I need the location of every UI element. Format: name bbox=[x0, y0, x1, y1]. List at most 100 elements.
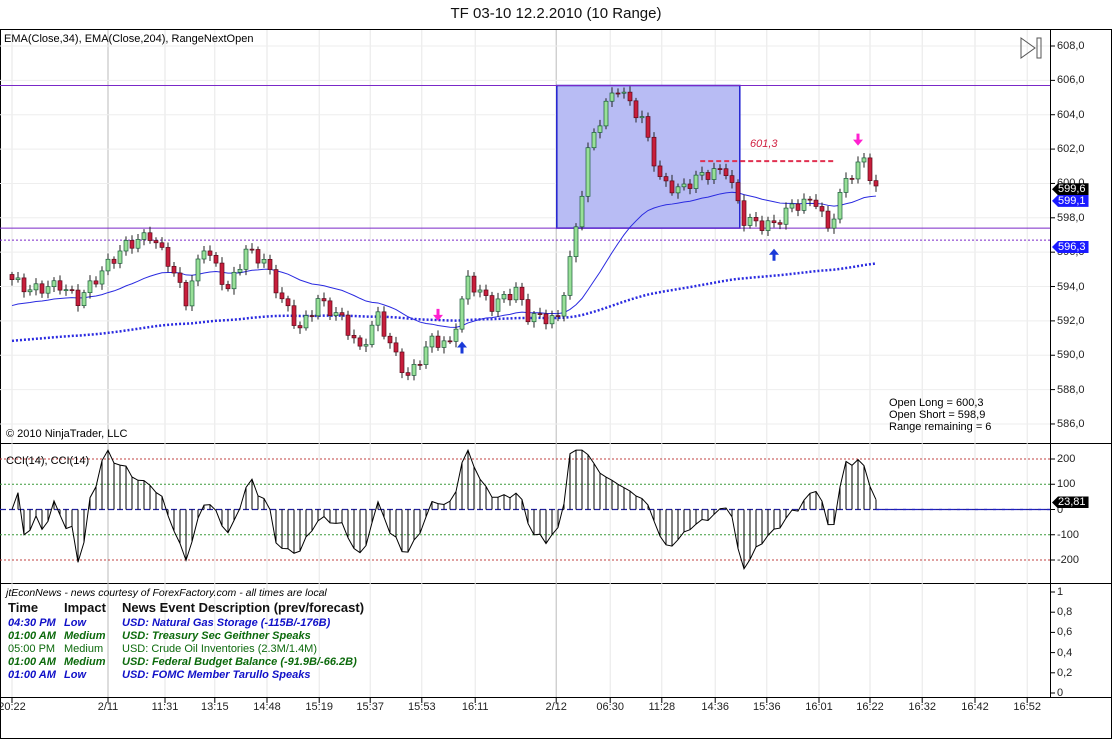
candle-up bbox=[45, 286, 51, 294]
news-desc: USD: Federal Budget Balance (-91.9B/-66.… bbox=[122, 656, 357, 668]
candle-up bbox=[441, 340, 447, 348]
news-time: 05:00 PM bbox=[8, 643, 56, 655]
candle-up bbox=[603, 100, 609, 127]
candle-down bbox=[9, 274, 15, 280]
cci-tick-label: -100 bbox=[1057, 528, 1080, 541]
copyright: © 2010 NinjaTrader, LLC bbox=[6, 428, 128, 440]
candle-down bbox=[279, 292, 285, 300]
candle-up bbox=[585, 147, 591, 197]
time-tick-label: 16:52 bbox=[1013, 701, 1041, 713]
short-signal-arrow-icon bbox=[853, 133, 863, 146]
price-tick-label: 592,0 bbox=[1057, 314, 1085, 327]
scroll-to-end-button[interactable] bbox=[1020, 37, 1044, 59]
long-signal-arrow-icon bbox=[769, 248, 779, 261]
candle-down bbox=[339, 312, 345, 316]
candle-down bbox=[219, 262, 225, 285]
candle-down bbox=[93, 280, 99, 285]
candle-down bbox=[435, 335, 441, 348]
news-axis-tick-label: 0,4 bbox=[1057, 646, 1073, 659]
candle-down bbox=[69, 289, 75, 292]
candle-up bbox=[681, 183, 687, 188]
candle-down bbox=[735, 182, 741, 202]
candle-down bbox=[525, 299, 531, 323]
candle-down bbox=[447, 340, 453, 343]
candle-up bbox=[561, 295, 567, 317]
candle-down bbox=[165, 247, 171, 267]
long-signal-arrow-icon bbox=[457, 341, 467, 354]
candle-up bbox=[195, 258, 201, 282]
candle-up bbox=[15, 277, 21, 280]
price-tick-label: 604,0 bbox=[1057, 108, 1085, 121]
price-marker-tag: 596,3 bbox=[1052, 241, 1089, 253]
news-axis-tick-label: 0,8 bbox=[1057, 606, 1073, 619]
candle-up bbox=[837, 192, 843, 220]
candle-down bbox=[159, 242, 165, 248]
candle-down bbox=[777, 222, 783, 225]
news-desc: USD: FOMC Member Tarullo Speaks bbox=[122, 669, 311, 681]
candle-down bbox=[321, 298, 327, 302]
candle-up bbox=[621, 91, 627, 94]
candle-down bbox=[291, 305, 297, 326]
news-impact: Medium bbox=[64, 656, 106, 668]
ema204-line bbox=[11, 262, 877, 343]
candle-down bbox=[687, 183, 693, 189]
candle-down bbox=[489, 295, 495, 312]
candle-down bbox=[267, 258, 273, 270]
candle-up bbox=[789, 203, 795, 209]
candle-down bbox=[867, 157, 873, 181]
candle-up bbox=[81, 292, 87, 306]
candle-up bbox=[765, 220, 771, 231]
candle-up bbox=[675, 186, 681, 194]
time-tick-label: 15:19 bbox=[305, 701, 333, 713]
candle-up bbox=[369, 324, 375, 345]
candle-up bbox=[33, 283, 39, 291]
candle-up bbox=[141, 232, 147, 240]
candle-down bbox=[213, 254, 219, 264]
candle-up bbox=[51, 280, 57, 288]
cci-tick-label: 200 bbox=[1057, 453, 1076, 465]
news-axis-tick-label: 0,2 bbox=[1057, 666, 1073, 679]
col-description: News Event Description (prev/forecast) bbox=[122, 600, 365, 615]
chart-canvas bbox=[0, 29, 1112, 739]
time-tick-label: 11:28 bbox=[648, 701, 676, 713]
candle-down bbox=[327, 300, 333, 316]
chart-title: TF 03-10 12.2.2010 (10 Range) bbox=[450, 5, 662, 22]
price-tick-label: 588,0 bbox=[1057, 383, 1085, 396]
candle-down bbox=[147, 232, 153, 241]
time-tick-label: 15:53 bbox=[408, 701, 436, 713]
candle-down bbox=[357, 337, 363, 347]
candle-up bbox=[189, 280, 195, 307]
news-time: 01:00 AM bbox=[8, 630, 56, 642]
time-tick-label: 16:11 bbox=[461, 701, 489, 713]
candle-down bbox=[21, 277, 27, 293]
candle-up bbox=[303, 315, 309, 329]
candle-down bbox=[297, 325, 303, 329]
candle-down bbox=[873, 180, 879, 187]
candle-down bbox=[759, 220, 765, 231]
ema34-line bbox=[11, 191, 877, 328]
candle-up bbox=[831, 218, 837, 229]
candle-down bbox=[627, 91, 633, 102]
time-tick-label: 16:42 bbox=[961, 701, 989, 713]
candle-down bbox=[153, 240, 159, 244]
candle-up bbox=[123, 240, 129, 252]
time-tick-label: 13:15 bbox=[201, 701, 229, 713]
news-axis-tick-label: 1 bbox=[1057, 586, 1064, 598]
open-short: Open Short = 598,9 bbox=[889, 409, 986, 421]
candle-up bbox=[231, 271, 237, 290]
time-tick-label: 20:22 bbox=[0, 701, 26, 713]
short-signal-arrow-icon bbox=[433, 308, 443, 321]
news-desc: USD: Treasury Sec Geithner Speaks bbox=[122, 630, 311, 642]
candle-down bbox=[183, 282, 189, 307]
strategy-info: Open Long = 600,3 Open Short = 598,9 Ran… bbox=[889, 397, 991, 433]
candle-up bbox=[459, 298, 465, 330]
candle-down bbox=[171, 265, 177, 274]
range-remaining: Range remaining = 6 bbox=[889, 421, 992, 433]
news-time: 01:00 AM bbox=[8, 669, 56, 681]
candle-down bbox=[849, 178, 855, 180]
time-tick-label: 2/11 bbox=[97, 701, 119, 713]
candle-down bbox=[255, 249, 261, 264]
candle-down bbox=[39, 283, 45, 294]
news-axis-tick-label: 0,6 bbox=[1057, 626, 1073, 639]
candle-down bbox=[483, 289, 489, 296]
